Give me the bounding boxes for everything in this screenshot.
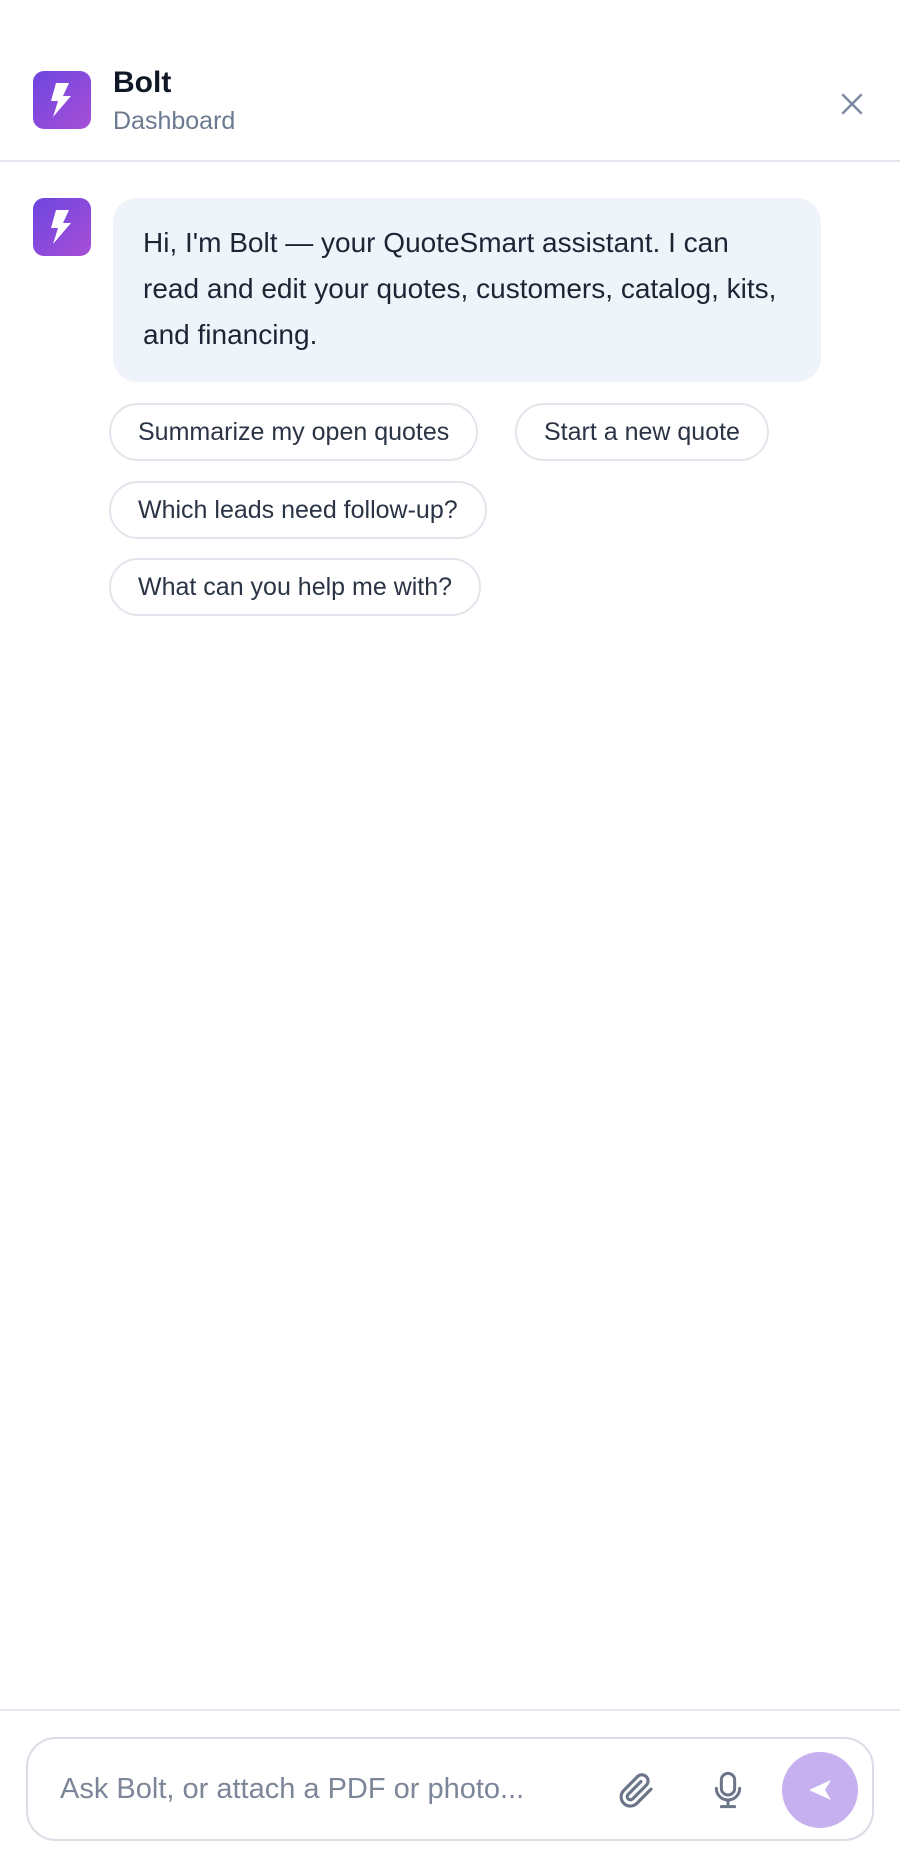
assistant-name: Bolt <box>113 66 172 99</box>
microphone-icon <box>714 1771 742 1809</box>
suggestion-chip-summarize-quotes[interactable]: Summarize my open quotes <box>109 403 479 461</box>
assistant-message: Hi, I'm Bolt — your QuoteSmart assistant… <box>113 198 821 382</box>
send-icon <box>809 1780 831 1800</box>
send-button[interactable] <box>782 1752 858 1828</box>
suggestion-chip-new-quote[interactable]: Start a new quote <box>515 403 769 461</box>
paperclip-icon <box>619 1773 653 1808</box>
lightning-bolt-icon <box>51 210 71 244</box>
chat-panel: Bolt Dashboard Hi, I'm Bolt — your Quote… <box>0 0 900 1866</box>
message-composer <box>26 1737 874 1841</box>
close-icon <box>841 93 863 115</box>
chat-header: Bolt Dashboard <box>0 0 900 162</box>
lightning-bolt-icon <box>51 83 71 117</box>
suggestion-chip-leads-follow-up[interactable]: Which leads need follow-up? <box>109 481 487 539</box>
composer-divider <box>0 1709 900 1711</box>
assistant-avatar <box>33 198 91 256</box>
message-input[interactable] <box>60 1761 580 1817</box>
bolt-logo <box>33 71 91 129</box>
attach-button[interactable] <box>613 1767 659 1813</box>
current-page-label: Dashboard <box>113 107 236 135</box>
close-button[interactable] <box>832 84 872 124</box>
microphone-button[interactable] <box>705 1767 751 1813</box>
suggestion-chip-help[interactable]: What can you help me with? <box>109 558 482 616</box>
